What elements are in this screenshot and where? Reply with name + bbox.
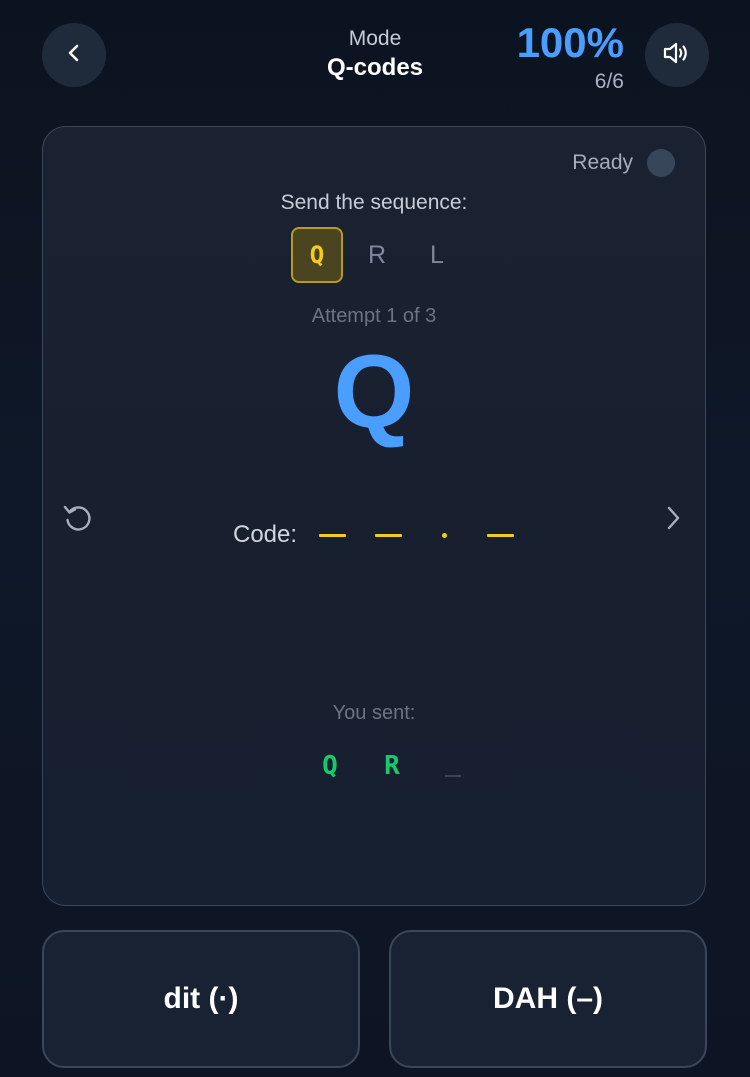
sequence-item-active: Q — [291, 227, 343, 283]
speaker-icon — [662, 40, 692, 71]
dah-symbol — [375, 533, 403, 537]
practice-card: Ready Send the sequence: Q R L Attempt 1… — [42, 126, 706, 906]
score-percent: 100% — [516, 19, 624, 66]
sound-button[interactable] — [645, 23, 709, 87]
dah-symbol — [319, 533, 347, 537]
mode-value: Q-codes — [326, 54, 424, 81]
ready-indicator-dot — [647, 149, 675, 177]
current-letter: Q — [333, 334, 415, 450]
dit-button[interactable]: dit (·) — [42, 930, 360, 1068]
dit-symbol — [442, 532, 448, 538]
chevron-right-icon[interactable] — [655, 499, 691, 537]
mode-indicator: Mode Q-codes — [225, 26, 525, 84]
back-button[interactable] — [42, 23, 106, 87]
sequence-item: R — [367, 240, 387, 269]
sent-label: You sent: — [332, 702, 416, 724]
dah-button[interactable]: DAH (–) — [389, 930, 707, 1068]
input-cursor — [445, 775, 461, 777]
sequence-item: L — [430, 240, 444, 269]
reset-icon[interactable] — [59, 499, 97, 537]
chevron-left-icon — [64, 43, 84, 68]
ready-status: Ready — [572, 149, 675, 177]
ready-label: Ready — [572, 151, 633, 174]
sequence-list: Q R L — [291, 227, 471, 283]
code-label: Code: — [233, 521, 298, 548]
dah-symbol — [487, 533, 515, 537]
score-count: 6/6 — [594, 70, 624, 93]
sent-letter: Q — [322, 751, 338, 781]
sent-letters: Q R — [299, 741, 461, 781]
mode-label: Mode — [348, 27, 402, 50]
score: 100% 6/6 — [517, 18, 624, 96]
sent-letter: R — [384, 751, 400, 781]
morse-code-row: Code: — [233, 517, 543, 553]
attempt-counter: Attempt 1 of 3 — [311, 305, 437, 327]
sequence-prompt: Send the sequence: — [280, 191, 468, 214]
